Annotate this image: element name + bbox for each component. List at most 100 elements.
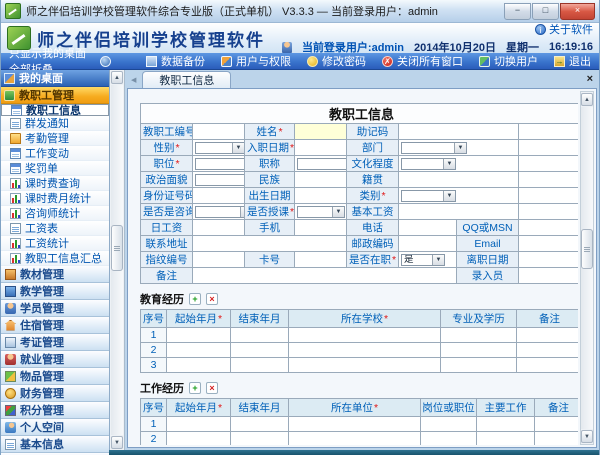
pin-desktop-icon[interactable] xyxy=(100,55,111,67)
grid-cell[interactable] xyxy=(288,416,421,432)
about-software-link[interactable]: i 关于软件 xyxy=(535,21,593,37)
field-cell[interactable] xyxy=(517,219,578,236)
field-cell[interactable] xyxy=(517,251,578,268)
scrollbar-thumb[interactable] xyxy=(581,229,593,270)
grid-cell[interactable] xyxy=(420,416,477,432)
field-cell[interactable] xyxy=(517,203,578,220)
sidebar-group-教材管理[interactable]: 教材管理 xyxy=(1,266,109,283)
chevron-down-icon[interactable]: ▼ xyxy=(332,206,344,217)
grid-cell[interactable] xyxy=(230,431,289,445)
field-cell[interactable]: ▼ xyxy=(294,203,347,220)
field-cell[interactable] xyxy=(517,139,578,156)
sidebar-item-工作变动[interactable]: 工作变动 xyxy=(1,146,109,161)
chevron-down-icon[interactable]: ▼ xyxy=(232,142,244,153)
grid-cell[interactable] xyxy=(476,431,535,445)
field-cell[interactable] xyxy=(192,251,245,268)
chevron-down-icon[interactable]: ▼ xyxy=(454,142,466,153)
toolbar-backup-button[interactable]: 数据备份 xyxy=(146,53,205,69)
grid-cell[interactable] xyxy=(166,357,231,373)
grid-cell[interactable] xyxy=(440,342,517,358)
field-cell[interactable]: ▼ xyxy=(192,155,245,172)
toolbar-switch-user-button[interactable]: 切换用户 xyxy=(479,53,538,69)
toolbar-close-all-button[interactable]: 关闭所有窗口 xyxy=(382,53,463,69)
dropdown[interactable]: ▼ xyxy=(195,173,244,186)
field-cell[interactable]: ▼ xyxy=(294,155,347,172)
field-cell[interactable] xyxy=(294,171,347,188)
grid-cell[interactable] xyxy=(516,327,578,343)
field-cell[interactable] xyxy=(294,251,347,268)
sidebar-group-就业管理[interactable]: 就业管理 xyxy=(1,351,109,368)
sidebar-item-考勤管理[interactable]: 考勤管理 xyxy=(1,131,109,146)
sidebar-group-基本信息[interactable]: 基本信息 xyxy=(1,436,109,453)
field-cell[interactable] xyxy=(517,123,578,140)
close-button[interactable]: × xyxy=(560,2,595,20)
field-cell[interactable] xyxy=(294,139,347,156)
field-cell[interactable] xyxy=(294,123,347,140)
field-cell[interactable] xyxy=(398,219,457,236)
toolbar-users-button[interactable]: 用户与权限 xyxy=(221,53,291,69)
chevron-down-icon[interactable]: ▼ xyxy=(432,254,444,265)
scroll-down-icon[interactable]: ▼ xyxy=(111,436,123,449)
grid-cell[interactable] xyxy=(288,327,441,343)
field-cell[interactable]: ▼ xyxy=(192,203,245,220)
tab-staff-info[interactable]: 教职工信息 xyxy=(142,71,232,88)
dropdown[interactable]: ▼ xyxy=(297,205,345,218)
dropdown[interactable]: ▼ xyxy=(297,157,346,170)
dropdown[interactable]: ▼ xyxy=(401,157,456,170)
sidebar-item-奖罚单[interactable]: 奖罚单 xyxy=(1,161,109,176)
maximize-button[interactable]: □ xyxy=(532,2,559,20)
grid-cell[interactable] xyxy=(534,431,578,445)
minimize-button[interactable]: − xyxy=(504,2,531,20)
sidebar-item-群发通知[interactable]: 群发通知 xyxy=(1,116,109,131)
field-cell[interactable] xyxy=(398,203,519,220)
grid-cell[interactable] xyxy=(288,357,441,373)
grid-cell[interactable] xyxy=(476,416,535,432)
grid-cell[interactable] xyxy=(166,327,231,343)
field-cell[interactable] xyxy=(398,235,457,252)
scroll-down-icon[interactable]: ▼ xyxy=(581,430,593,443)
grid-cell[interactable] xyxy=(230,327,289,343)
chevron-down-icon[interactable]: ▼ xyxy=(443,190,455,201)
field-cell[interactable] xyxy=(192,123,245,140)
field-cell[interactable] xyxy=(294,219,347,236)
sidebar-group-考证管理[interactable]: 考证管理 xyxy=(1,334,109,351)
field-cell[interactable] xyxy=(192,267,457,284)
field-cell[interactable] xyxy=(517,187,578,204)
sidebar-group-积分管理[interactable]: 积分管理 xyxy=(1,402,109,419)
dropdown[interactable]: ▼ xyxy=(195,157,244,170)
sidebar-item-工资表[interactable]: 工资表 xyxy=(1,221,109,236)
scrollbar-track[interactable] xyxy=(111,85,123,435)
grid-cell[interactable] xyxy=(516,342,578,358)
sidebar-group-物品管理[interactable]: 物品管理 xyxy=(1,368,109,385)
field-cell[interactable] xyxy=(517,235,578,252)
tab-scroll-left-icon[interactable]: ◀ xyxy=(131,76,136,84)
sidebar-group-住宿管理[interactable]: 住宿管理 xyxy=(1,317,109,334)
toolbar-logout-button[interactable]: 退出 xyxy=(554,53,591,69)
sidebar-item-工资统计[interactable]: 工资统计 xyxy=(1,236,109,251)
dropdown[interactable]: 是 ▼ xyxy=(401,253,445,266)
dropdown[interactable]: ▼ xyxy=(195,141,244,154)
sidebar-item-my-desktop[interactable]: 我的桌面 xyxy=(1,70,109,87)
field-cell[interactable] xyxy=(294,187,347,204)
grid-cell[interactable] xyxy=(534,416,578,432)
grid-cell[interactable] xyxy=(420,431,477,445)
scroll-up-icon[interactable]: ▲ xyxy=(111,71,123,84)
sidebar-item-教职工信息汇总[interactable]: 教职工信息汇总 xyxy=(1,251,109,266)
grid-cell[interactable] xyxy=(288,342,441,358)
grid-cell[interactable] xyxy=(440,357,517,373)
sidebar-group-财务管理[interactable]: 财务管理 xyxy=(1,385,109,402)
sidebar-group-教学管理[interactable]: 教学管理 xyxy=(1,283,109,300)
scroll-up-icon[interactable]: ▲ xyxy=(581,93,593,106)
grid-cell[interactable] xyxy=(516,357,578,373)
grid-cell[interactable] xyxy=(230,416,289,432)
field-cell[interactable]: ▼ xyxy=(398,139,519,156)
chevron-down-icon[interactable]: ▼ xyxy=(443,158,455,169)
toolbar-password-button[interactable]: 修改密码 xyxy=(307,53,366,69)
add-row-icon[interactable]: + xyxy=(189,382,201,394)
grid-cell[interactable] xyxy=(230,357,289,373)
field-cell[interactable] xyxy=(192,219,245,236)
field-cell[interactable]: ▼ xyxy=(192,171,245,188)
grid-cell[interactable] xyxy=(440,327,517,343)
grid-cell[interactable] xyxy=(166,342,231,358)
chevron-down-icon[interactable]: ▼ xyxy=(240,206,244,217)
